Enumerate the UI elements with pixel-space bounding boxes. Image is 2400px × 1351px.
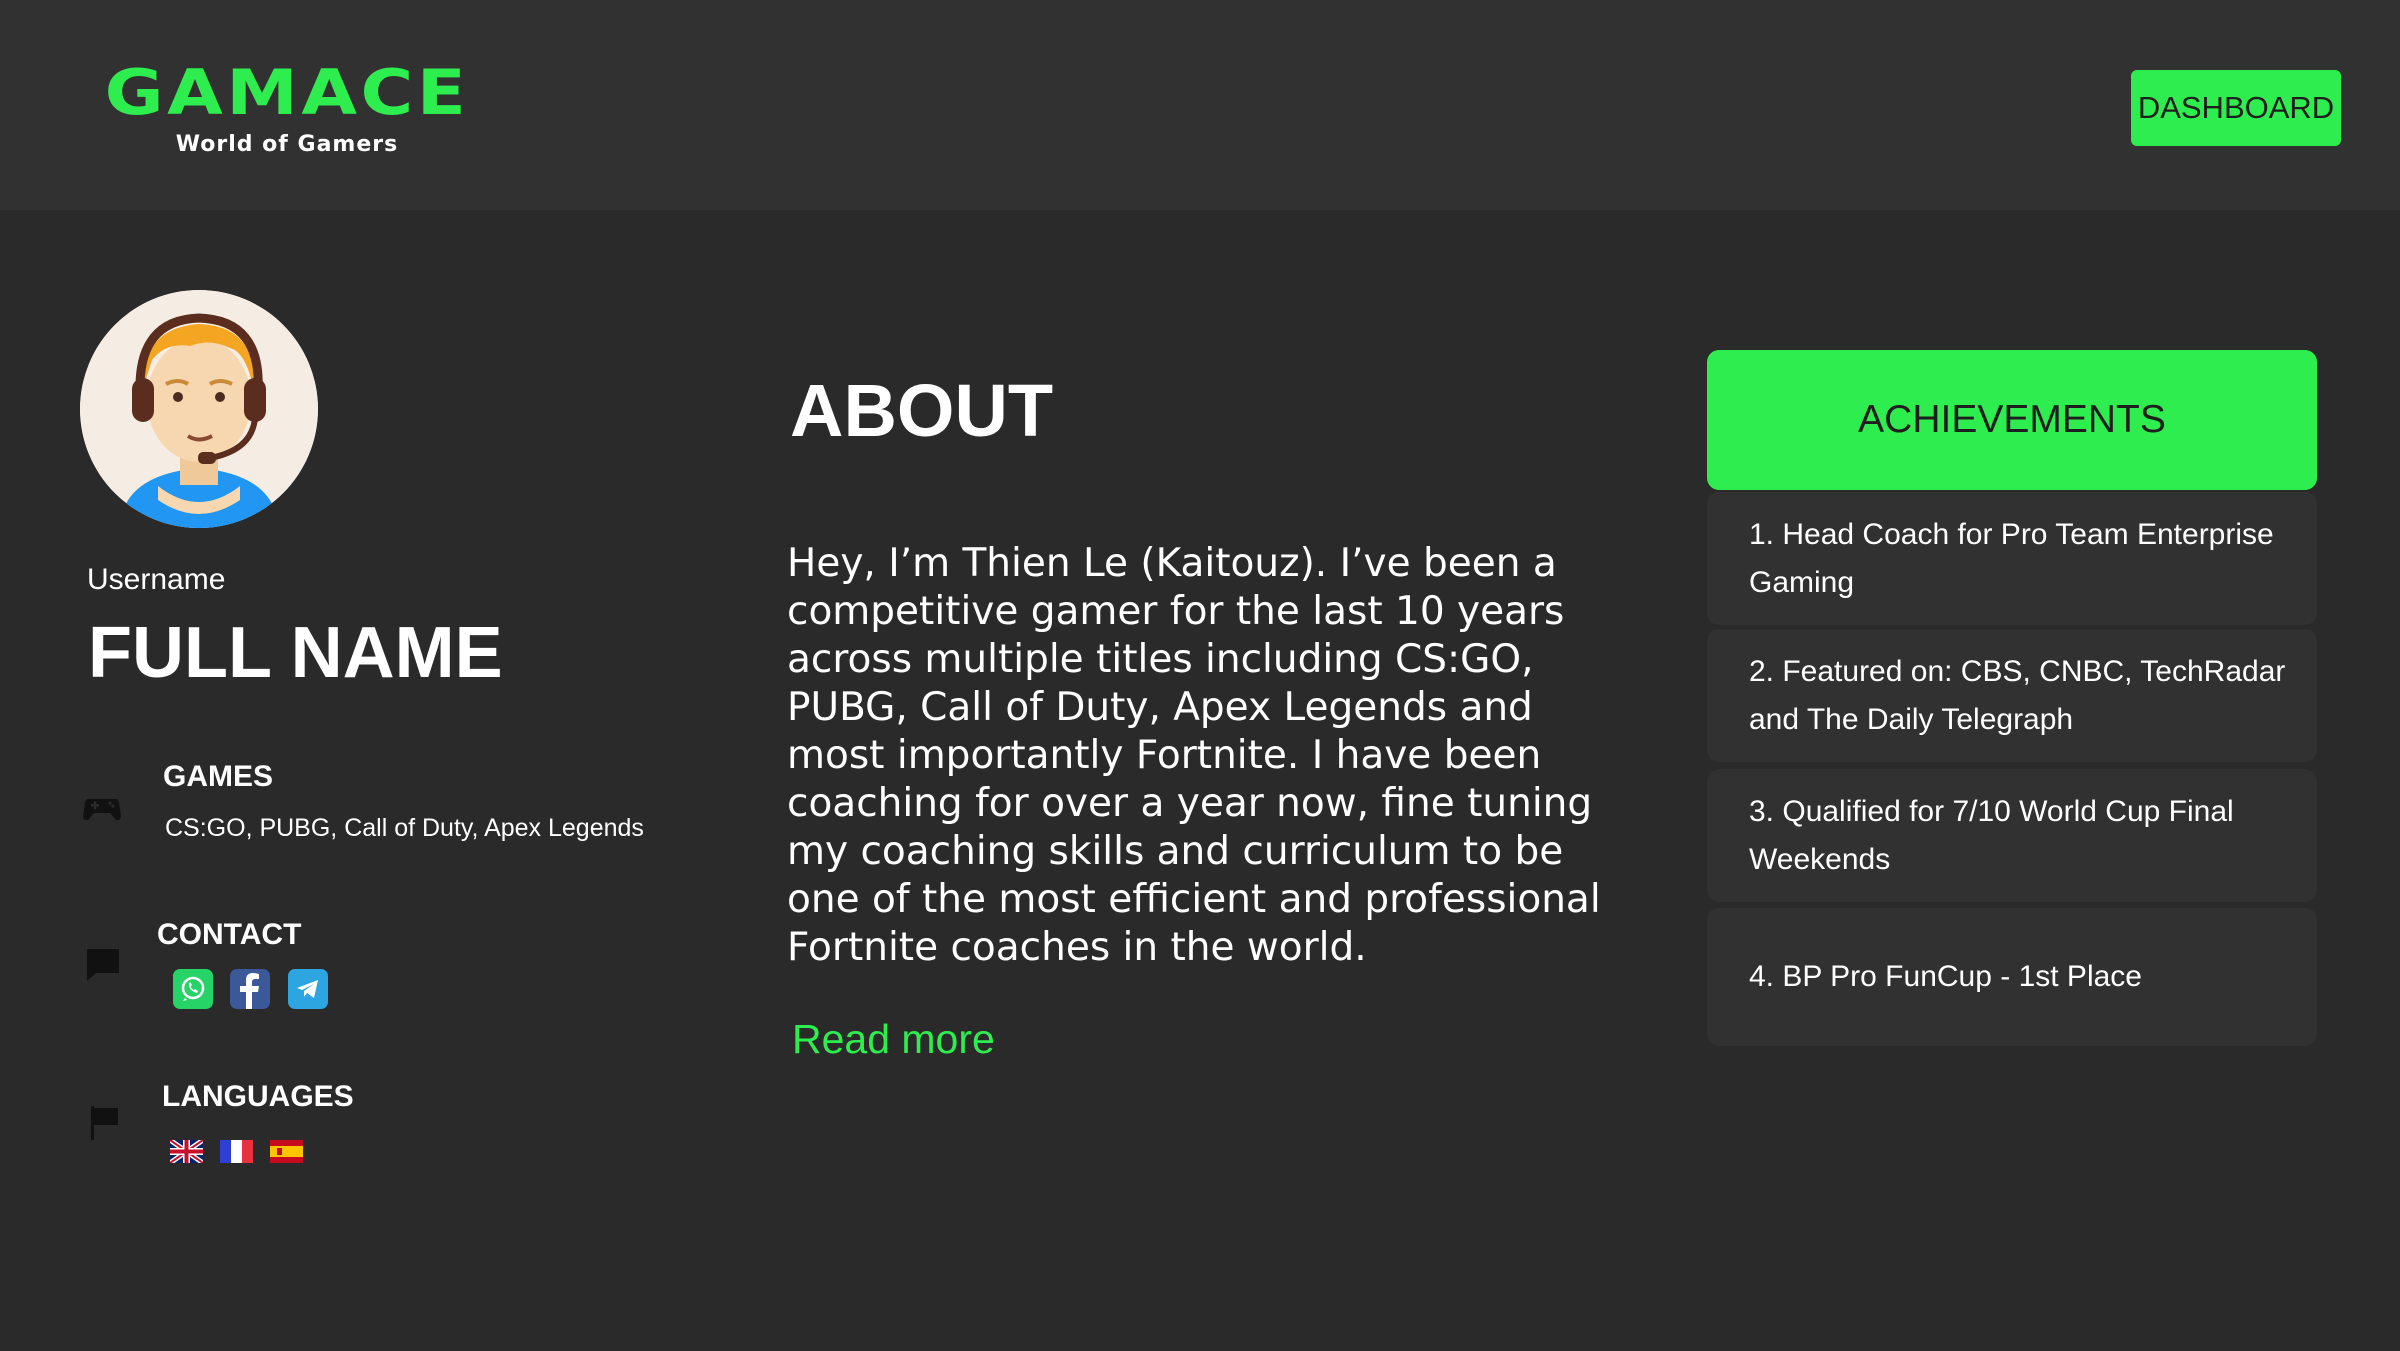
contact-title: CONTACT [157,918,302,951]
gamace-logo[interactable]: GAMACE World of Gamers [82,62,492,158]
whatsapp-icon[interactable] [173,969,213,1009]
languages-title: LANGUAGES [162,1080,354,1113]
logo-subtitle: World of Gamers [175,132,399,157]
achievement-item: 2. Featured on: CBS, CNBC, TechRadar and… [1707,629,2317,762]
games-list: CS:GO, PUBG, Call of Duty, Apex Legends [165,814,644,842]
chat-icon [84,945,124,985]
full-name: FULL NAME [88,613,503,693]
spain-flag-icon[interactable] [270,1140,303,1163]
avatar [80,290,318,528]
dashboard-button[interactable]: DASHBOARD [2131,70,2341,146]
france-flag-icon[interactable] [220,1140,253,1163]
facebook-icon[interactable] [230,969,270,1009]
gamer-headset-avatar-icon [80,290,318,528]
telegram-icon[interactable] [288,969,328,1009]
read-more-link[interactable]: Read more [792,1016,995,1063]
username-label: Username [87,563,226,596]
about-title: ABOUT [790,369,1054,452]
achievement-item: 1. Head Coach for Pro Team Enterprise Ga… [1707,492,2317,625]
flag-icon [88,1103,128,1143]
games-title: GAMES [163,760,274,793]
top-header: GAMACE World of Gamers DASHBOARD [0,0,2400,210]
logo-title: GAMACE [104,56,470,129]
achievement-item: 4. BP Pro FunCup - 1st Place [1707,908,2317,1046]
uk-flag-icon[interactable] [170,1140,203,1163]
gamepad-icon [82,787,122,827]
achievement-item: 3. Qualified for 7/10 World Cup Final We… [1707,769,2317,902]
about-text: Hey, I’m Thien Le (Kaitouz). I’ve been a… [787,541,1601,970]
achievements-header: ACHIEVEMENTS [1707,350,2317,490]
